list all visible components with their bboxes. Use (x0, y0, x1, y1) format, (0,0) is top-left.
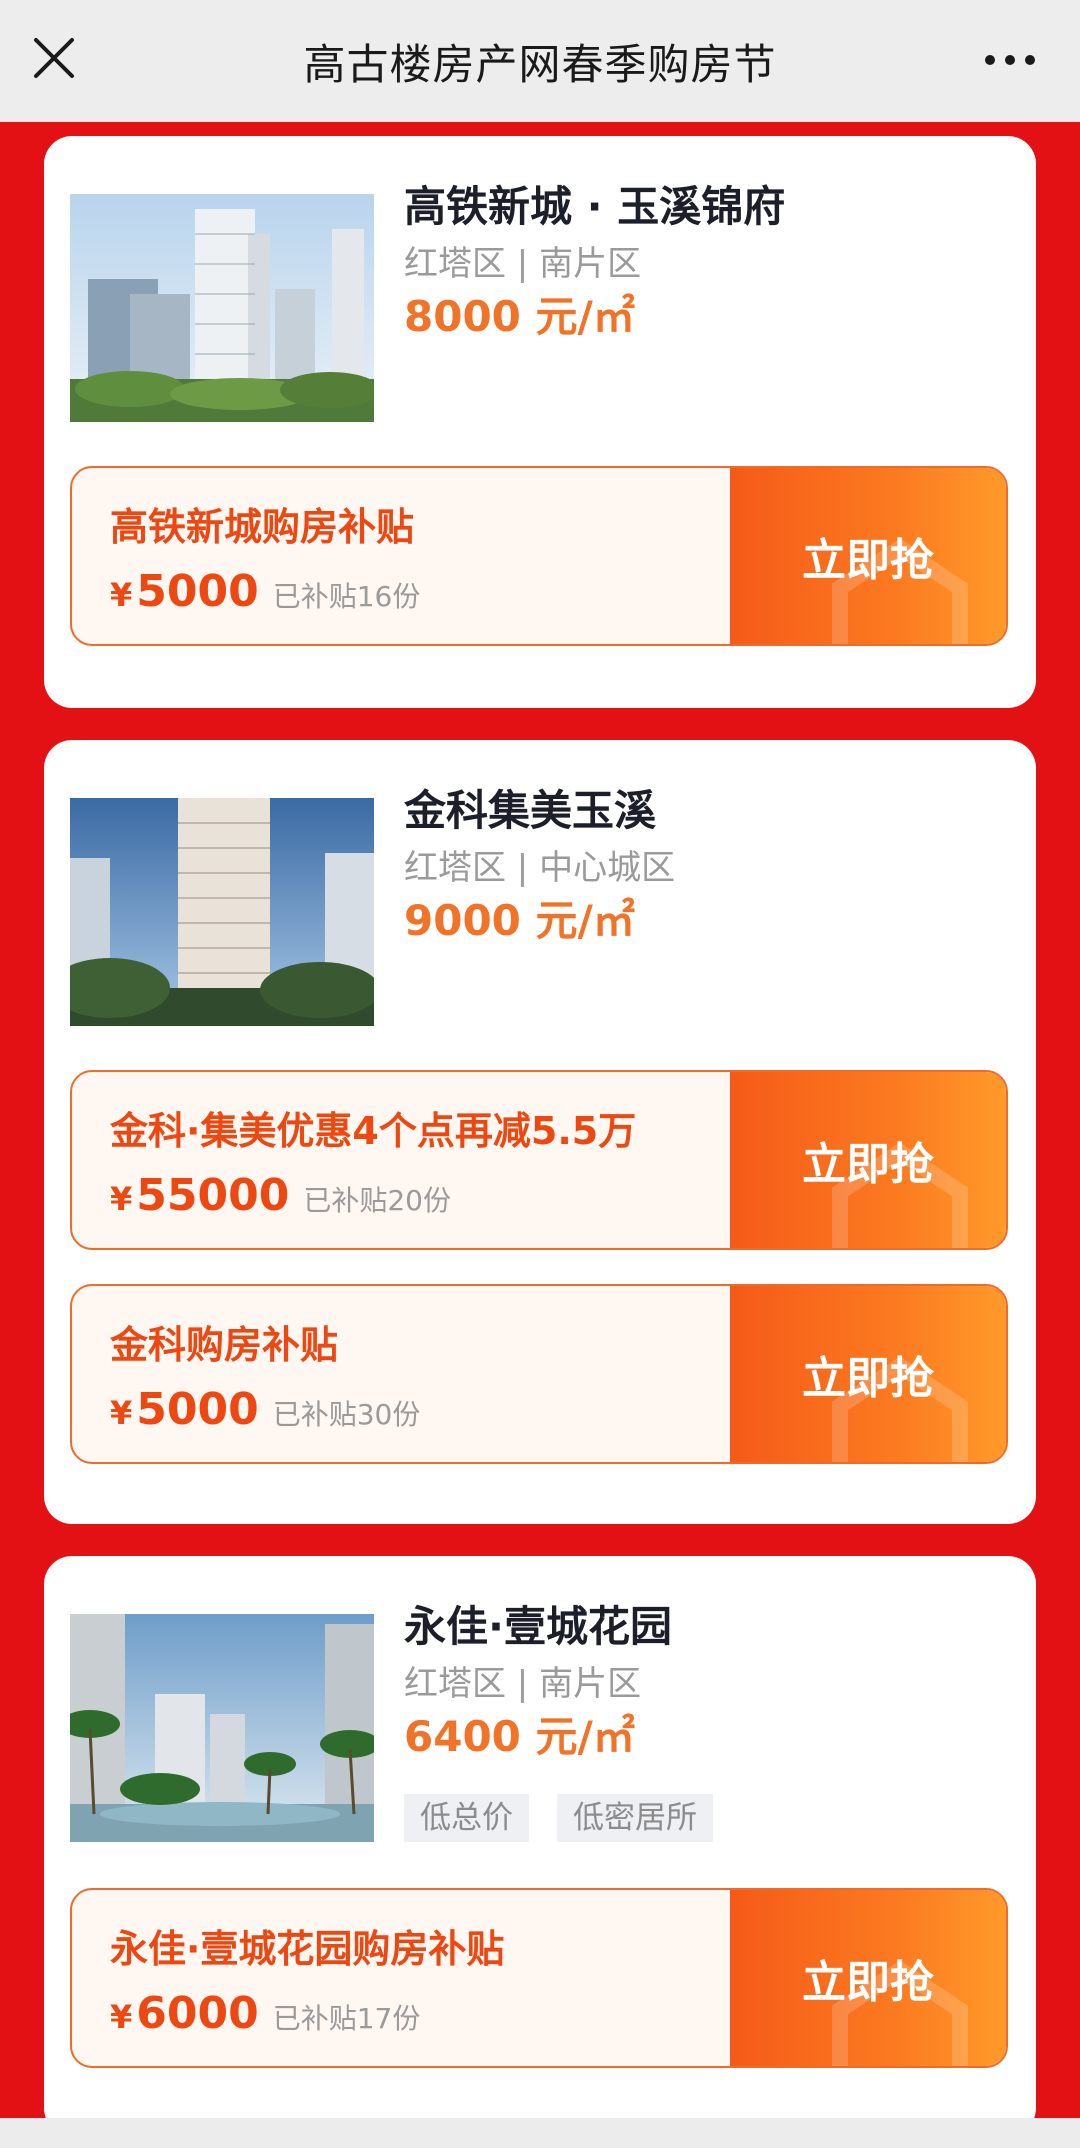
coupon-title: 金科·集美优惠4个点再减5.5万 (110, 1109, 637, 1153)
amount-value: 55000 (136, 1170, 290, 1221)
district-text: 红塔区 | 南片区 (404, 1664, 642, 1704)
coupon-title: 高铁新城购房补贴 (110, 505, 415, 549)
coupon-amount: ¥ 5000 已补贴16份 (110, 566, 420, 617)
listing-card[interactable]: 高铁新城 · 玉溪锦府 红塔区 | 南片区 8000 元/㎡ 高铁新城购房补贴 … (44, 136, 1036, 708)
bottom-bar (0, 2118, 1080, 2148)
listing-info: 高铁新城 · 玉溪锦府 红塔区 | 南片区 8000 元/㎡ (404, 182, 785, 342)
subsidy-count: 已补贴17份 (272, 2002, 421, 2035)
subsidy-coupon: 金科购房补贴 ¥ 5000 已补贴30份 立即抢 (70, 1284, 1008, 1464)
listing-card[interactable]: 永佳·壹城花园 红塔区 | 南片区 6400 元/㎡ 低总价 低密居所 永佳·壹… (44, 1556, 1036, 2136)
coupon-title: 金科购房补贴 (110, 1323, 339, 1367)
listing-image[interactable] (70, 1614, 374, 1842)
subsidy-count: 已补贴30份 (272, 1398, 421, 1431)
coupon-amount: ¥ 6000 已补贴17份 (110, 1988, 420, 2039)
currency-symbol: ¥ (110, 576, 133, 614)
feature-tags: 低总价 低密居所 (404, 1794, 713, 1842)
subsidy-coupon: 永佳·壹城花园购房补贴 ¥ 6000 已补贴17份 立即抢 (70, 1888, 1008, 2068)
page-title: 高古楼房产网春季购房节 (303, 39, 777, 89)
subsidy-count: 已补贴16份 (272, 580, 421, 613)
amount-value: 6000 (136, 1988, 259, 2039)
more-dots-icon[interactable] (980, 40, 1040, 80)
amount-value: 5000 (136, 1384, 259, 1435)
amount-value: 5000 (136, 566, 259, 617)
listing-image[interactable] (70, 798, 374, 1026)
listing-card[interactable]: 金科集美玉溪 红塔区 | 中心城区 9000 元/㎡ 金科·集美优惠4个点再减5… (44, 740, 1036, 1524)
close-icon[interactable] (30, 34, 78, 82)
coupon-amount: ¥ 55000 已补贴20份 (110, 1170, 451, 1221)
grab-button[interactable]: 立即抢 (730, 1072, 1006, 1248)
feature-tag: 低密居所 (557, 1794, 713, 1842)
grab-button-label: 立即抢 (802, 1139, 934, 1190)
listing-info: 永佳·壹城花园 红塔区 | 南片区 6400 元/㎡ 低总价 低密居所 (404, 1602, 713, 1842)
subsidy-count: 已补贴20份 (303, 1184, 451, 1217)
grab-button-label: 立即抢 (802, 1353, 934, 1404)
project-name[interactable]: 永佳·壹城花园 (404, 1602, 713, 1652)
project-name[interactable]: 金科集美玉溪 (404, 786, 675, 836)
currency-symbol: ¥ (110, 1394, 133, 1432)
grab-button[interactable]: 立即抢 (730, 1286, 1006, 1462)
currency-symbol: ¥ (110, 1998, 133, 2036)
listing-info: 金科集美玉溪 红塔区 | 中心城区 9000 元/㎡ (404, 786, 675, 946)
coupon-title: 永佳·壹城花园购房补贴 (110, 1927, 505, 1971)
price-text: 9000 元/㎡ (404, 896, 635, 945)
currency-symbol: ¥ (110, 1180, 133, 1218)
project-name[interactable]: 高铁新城 · 玉溪锦府 (404, 182, 785, 232)
subsidy-coupon: 金科·集美优惠4个点再减5.5万 ¥ 55000 已补贴20份 立即抢 (70, 1070, 1008, 1250)
top-bar: 高古楼房产网春季购房节 (0, 0, 1080, 122)
grab-button[interactable]: 立即抢 (730, 468, 1006, 644)
district-text: 红塔区 | 南片区 (404, 244, 642, 284)
grab-button-label: 立即抢 (802, 535, 934, 586)
price-text: 6400 元/㎡ (404, 1712, 635, 1761)
grab-button-label: 立即抢 (802, 1957, 934, 2008)
subsidy-coupon: 高铁新城购房补贴 ¥ 5000 已补贴16份 立即抢 (70, 466, 1008, 646)
price-text: 8000 元/㎡ (404, 292, 635, 341)
coupon-amount: ¥ 5000 已补贴30份 (110, 1384, 420, 1435)
feature-tag: 低总价 (404, 1794, 529, 1842)
district-text: 红塔区 | 中心城区 (404, 848, 676, 888)
grab-button[interactable]: 立即抢 (730, 1890, 1006, 2066)
listing-image[interactable] (70, 194, 374, 422)
